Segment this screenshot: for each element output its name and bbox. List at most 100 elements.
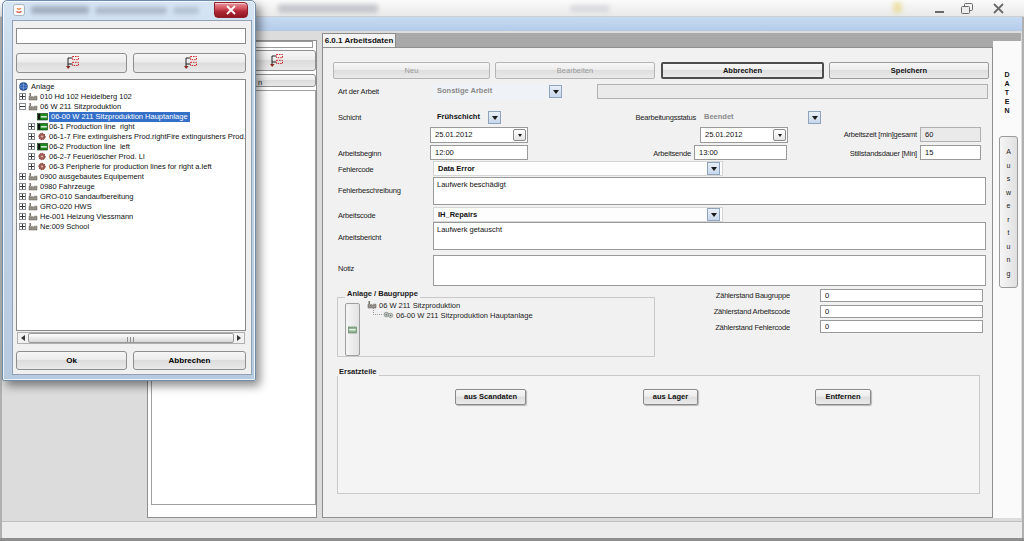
java-app-icon bbox=[13, 4, 25, 16]
schicht-combo[interactable]: Frühschicht bbox=[433, 110, 488, 124]
close-button[interactable] bbox=[988, 2, 1010, 15]
tree-toggle-minus[interactable] bbox=[19, 103, 26, 110]
zaehlerstand-arbeitscode-field[interactable]: 0 bbox=[820, 305, 983, 318]
tree-item[interactable]: Ne:009 School bbox=[17, 222, 245, 232]
machine-icon bbox=[37, 142, 48, 151]
blurred-dialog-title bbox=[173, 7, 199, 14]
tree-toggle-plus[interactable] bbox=[28, 123, 35, 130]
tree-item[interactable]: 0980 Fahrzeuge bbox=[17, 182, 245, 192]
tree-toggle-plus[interactable] bbox=[28, 163, 35, 170]
chevron-down-icon bbox=[518, 134, 522, 137]
tree-toggle-plus[interactable] bbox=[28, 133, 35, 140]
zaehlerstand-baugruppe-field[interactable]: 0 bbox=[820, 289, 983, 302]
restore-button[interactable] bbox=[958, 2, 976, 15]
aus-scandaten-button[interactable]: aus Scandaten bbox=[455, 389, 526, 405]
tree-item[interactable]: 06-00 W 211 Sitzproduktion Hauptanlage bbox=[17, 112, 245, 122]
abbrechen-button[interactable]: Abbrechen bbox=[661, 62, 824, 79]
scroll-right-arrow[interactable] bbox=[234, 333, 244, 343]
tab-daten[interactable]: DATEN bbox=[997, 70, 1017, 115]
titlebar-icon bbox=[893, 2, 902, 13]
fehlerbeschreibung-textarea[interactable]: Laufwerk beschädigt bbox=[433, 177, 986, 205]
dialog-close-button[interactable] bbox=[214, 2, 248, 18]
art-der-arbeit-combo[interactable]: Sonstige Arbeit bbox=[433, 84, 563, 99]
tree-toggle-plus[interactable] bbox=[19, 203, 26, 210]
chevron-down-icon bbox=[492, 116, 498, 120]
tree-item[interactable]: 06-1 Production line right bbox=[17, 122, 245, 132]
arbeitsende-field[interactable]: 13:00 bbox=[694, 145, 787, 160]
tree-item[interactable]: 0900 ausgebautes Equipement bbox=[17, 172, 245, 182]
gear-icon bbox=[37, 162, 47, 171]
dialog-tree[interactable]: Anlage010 Hd 102 Heidelberg 10206 W 211 … bbox=[16, 79, 246, 331]
tree-item[interactable]: GRO-020 HWS bbox=[17, 202, 245, 212]
notiz-label: Notiz bbox=[338, 264, 354, 273]
scrollbar-thumb[interactable] bbox=[28, 333, 234, 343]
close-icon bbox=[225, 5, 237, 15]
tree-item[interactable]: 010 Hd 102 Heidelberg 102 bbox=[17, 92, 245, 102]
entfernen-button[interactable]: Entfernen bbox=[815, 389, 871, 405]
arbeitscode-combo[interactable]: IH_Repairs bbox=[433, 207, 723, 222]
tree-item-label: Anlage bbox=[31, 82, 54, 92]
ersatzteile-label: Ersatzteile bbox=[337, 367, 379, 376]
dialog-tree-hscrollbar[interactable] bbox=[17, 332, 245, 344]
arbeitsbeginn-field[interactable]: 12:00 bbox=[430, 145, 528, 160]
arbeitsbericht-textarea[interactable]: Laufwerk getauscht bbox=[433, 222, 986, 250]
tree-toggle-plus[interactable] bbox=[19, 173, 26, 180]
bearbeitungsstatus-combo-arrow[interactable] bbox=[808, 111, 821, 124]
dialog-tree-button-left[interactable] bbox=[16, 53, 127, 73]
baugruppe-tool-button[interactable] bbox=[345, 303, 360, 356]
notiz-textarea[interactable] bbox=[433, 255, 986, 286]
mini-tree-node[interactable]: 06 W 211 Sitzproduktion bbox=[379, 301, 460, 310]
tree-item-label: 06-3 Peripherie for production lines for… bbox=[49, 162, 212, 172]
speichern-button[interactable]: Speichern bbox=[829, 62, 989, 79]
globe-icon bbox=[19, 82, 28, 91]
zaehlerstand-fehlercode-field[interactable]: 0 bbox=[820, 320, 983, 333]
factory-icon bbox=[28, 172, 38, 181]
tree-toggle-plus[interactable] bbox=[19, 223, 26, 230]
arbeitscode-combo-arrow[interactable] bbox=[707, 208, 720, 221]
tree-item-label: He-001 Heizung Viessmann bbox=[40, 212, 133, 222]
tree-item-label: 0900 ausgebautes Equipement bbox=[40, 172, 144, 182]
tree-toggle-plus[interactable] bbox=[19, 93, 26, 100]
datum-von-dropdown[interactable] bbox=[513, 129, 526, 141]
dialog-cancel-button[interactable]: Abbrechen bbox=[133, 351, 246, 370]
close-icon bbox=[988, 2, 1010, 15]
bearbeitungsstatus-combo[interactable]: Beendet bbox=[700, 110, 805, 125]
tree-item[interactable]: 06-2-7 Feuerlöscher Prod. LI bbox=[17, 152, 245, 162]
tree-item[interactable]: He-001 Heizung Viessmann bbox=[17, 212, 245, 222]
tab-arbeitsdaten[interactable]: 6.0.1 Arbeitsdaten bbox=[322, 33, 396, 47]
dialog-search-field[interactable] bbox=[16, 28, 246, 44]
art-der-arbeit-label: Art der Arbeit bbox=[338, 87, 379, 96]
neu-button[interactable]: Neu bbox=[333, 62, 490, 79]
tree-toggle-plus[interactable] bbox=[19, 193, 26, 200]
zaehlerstand-baugruppe-label: Zählerstand Baugruppe bbox=[640, 291, 790, 300]
aus-lager-button[interactable]: aus Lager bbox=[643, 389, 698, 405]
tree-item[interactable]: 06-1-7 Fire extinguishers Prod.rightFire… bbox=[17, 132, 245, 142]
schicht-combo-arrow[interactable] bbox=[488, 111, 501, 124]
tree-toggle-plus[interactable] bbox=[19, 213, 26, 220]
factory-icon bbox=[28, 182, 38, 191]
stillstandsdauer-field[interactable]: 15 bbox=[920, 145, 981, 160]
factory-icon bbox=[28, 202, 38, 211]
machine-small-icon bbox=[348, 326, 357, 334]
fehlerbeschreibung-label: Fehlerbeschreibung bbox=[338, 186, 401, 195]
tree-toggle-plus[interactable] bbox=[28, 153, 35, 160]
minimize-button[interactable] bbox=[931, 2, 949, 15]
bearbeiten-button[interactable]: Bearbeiten bbox=[495, 62, 655, 79]
tree-item[interactable]: 06-2 Production line left bbox=[17, 142, 245, 152]
tree-item[interactable]: GRO-010 Sandaufbereitung bbox=[17, 192, 245, 202]
scroll-left-arrow[interactable] bbox=[18, 333, 28, 343]
art-der-arbeit-combo-arrow[interactable] bbox=[549, 85, 562, 98]
tree-item[interactable]: Anlage bbox=[17, 82, 245, 92]
tab-auswertung[interactable]: Auswertung bbox=[999, 136, 1018, 288]
tree-toggle-plus[interactable] bbox=[28, 143, 35, 150]
tree-item[interactable]: 06 W 211 Sitzproduktion bbox=[17, 102, 245, 112]
fehlercode-combo-arrow[interactable] bbox=[707, 162, 720, 175]
fehlercode-combo[interactable]: Data Error bbox=[433, 161, 723, 176]
dialog-tree-button-right[interactable] bbox=[133, 53, 246, 73]
dialog-ok-button[interactable]: Ok bbox=[16, 351, 127, 370]
tree-item[interactable]: 06-3 Peripherie for production lines for… bbox=[17, 162, 245, 172]
arbeitscode-label: Arbeitscode bbox=[338, 211, 375, 220]
datum-bis-dropdown[interactable] bbox=[773, 129, 786, 141]
mini-tree-child[interactable]: 06-00 W 211 Sitzproduktion Hauptanlage bbox=[396, 311, 533, 320]
tree-toggle-plus[interactable] bbox=[19, 183, 26, 190]
